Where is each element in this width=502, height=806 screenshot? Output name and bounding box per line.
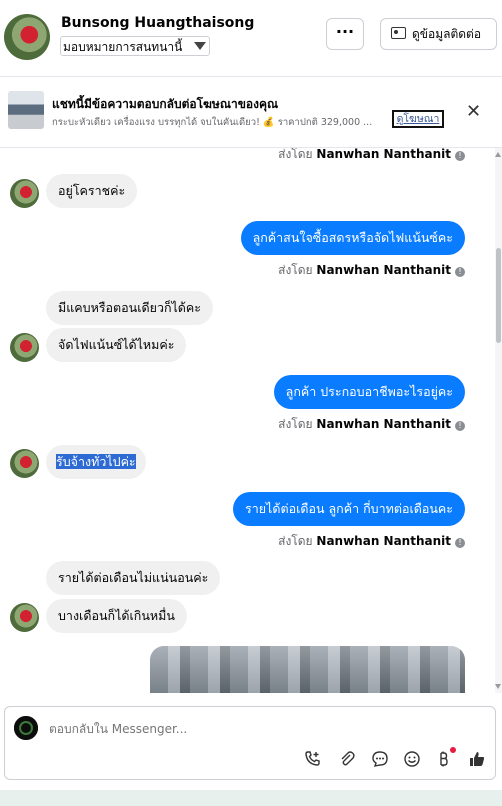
incoming-message[interactable]: มีแคบหรือตอนเดียวก็ได้คะ xyxy=(46,291,214,325)
scroll-up-icon[interactable] xyxy=(495,152,501,157)
sent-by-prefix: ส่งโดย xyxy=(278,263,313,277)
more-options-button[interactable]: ··· xyxy=(326,18,364,50)
call-add-icon[interactable] xyxy=(303,750,323,770)
selected-message-text: รับจ้างทั่วไปค่ะ xyxy=(56,454,136,469)
conversation-header: Bunsong Huangthaisong มอบหมายการสนทนานี้… xyxy=(0,0,502,77)
ad-thumbnail xyxy=(8,91,44,129)
emoji-icon[interactable] xyxy=(402,750,422,770)
info-icon[interactable]: ! xyxy=(455,538,465,548)
view-contact-info-button[interactable]: ดูข้อมูลติดต่อ xyxy=(380,18,497,50)
sent-by-label: ส่งโดย Nanwhan Nanthanit! xyxy=(278,415,465,434)
assign-conversation-dropdown[interactable]: มอบหมายการสนทนานี้ xyxy=(60,36,210,56)
info-icon[interactable]: ! xyxy=(455,421,465,431)
sent-by-label: ส่งโดย Nanwhan Nanthanit! xyxy=(278,261,465,280)
message-list: ส่งโดย Nanwhan Nanthanit! อยู่โคราชค่ะ ล… xyxy=(0,148,495,693)
sent-by-prefix: ส่งโดย xyxy=(278,417,313,431)
outgoing-message[interactable]: ลูกค้า ประกอบอาชีพอะไรอยู่คะ xyxy=(273,375,465,409)
thumbs-up-icon[interactable] xyxy=(467,750,487,770)
info-icon[interactable]: ! xyxy=(455,267,465,277)
view-ad-link[interactable]: ดูโฆษณา xyxy=(392,110,444,128)
conversation-panel: Bunsong Huangthaisong มอบหมายการสนทนานี้… xyxy=(0,0,502,790)
sent-by-name: Nanwhan Nanthanit xyxy=(316,534,451,548)
sent-by-name: Nanwhan Nanthanit xyxy=(316,417,451,431)
contact-avatar-small xyxy=(10,449,39,478)
sent-by-name: Nanwhan Nanthanit xyxy=(316,263,451,277)
page-avatar xyxy=(14,716,38,740)
reply-input[interactable] xyxy=(49,719,449,739)
image-attachment[interactable] xyxy=(150,646,465,693)
sent-by-label: ส่งโดย Nanwhan Nanthanit! xyxy=(278,532,465,551)
caret-down-icon xyxy=(194,42,206,50)
sent-by-prefix: ส่งโดย xyxy=(278,148,313,161)
incoming-message[interactable]: บางเดือนก็ได้เกินหมื่น xyxy=(46,599,187,633)
contact-avatar-small xyxy=(10,179,39,208)
payment-icon[interactable] xyxy=(433,750,453,770)
sent-by-name: Nanwhan Nanthanit xyxy=(316,148,451,161)
incoming-message[interactable]: รับจ้างทั่วไปค่ะ xyxy=(46,445,146,479)
reply-composer xyxy=(4,706,496,780)
contact-avatar-small xyxy=(10,333,39,362)
notification-dot xyxy=(450,747,456,753)
outgoing-message[interactable]: ลูกค้าสนใจซื้อสดรหรือจัดไฟแน้นซ์คะ xyxy=(240,221,465,255)
incoming-message[interactable]: จัดไฟแน้นซ์ได้ไหมค่ะ xyxy=(46,328,187,362)
contact-avatar[interactable] xyxy=(4,14,50,60)
ad-banner-title: แชทนี้มีข้อความตอบกลับต่อโฆษณาของคุณ xyxy=(52,97,279,111)
incoming-message[interactable]: อยู่โคราชค่ะ xyxy=(46,174,138,208)
outgoing-message[interactable]: รายได้ต่อเดือน ลูกค้า กี่บาทต่อเดือนคะ xyxy=(233,492,465,526)
ad-banner-description: กระบะหัวเดียว เครื่องแรง บรรทุกได้ จบในค… xyxy=(52,117,373,128)
view-contact-info-label: ดูข้อมูลติดต่อ xyxy=(412,27,482,41)
contact-name[interactable]: Bunsong Huangthaisong xyxy=(61,15,254,31)
scroll-thumb[interactable] xyxy=(496,248,501,343)
incoming-message[interactable]: รายได้ต่อเดือนไม่แน่นอนค่ะ xyxy=(46,561,221,595)
info-icon[interactable]: ! xyxy=(455,151,465,161)
saved-reply-icon[interactable] xyxy=(370,750,390,770)
contact-card-icon xyxy=(391,27,406,39)
contact-avatar-small xyxy=(10,603,39,632)
scroll-down-icon[interactable] xyxy=(495,684,501,689)
page-footer-strip xyxy=(0,790,502,806)
assign-conversation-label: มอบหมายการสนทนานี้ xyxy=(63,40,183,54)
sent-by-label: ส่งโดย Nanwhan Nanthanit! xyxy=(278,148,465,164)
attachment-icon[interactable] xyxy=(337,750,357,770)
message-scrollbar[interactable] xyxy=(495,148,502,693)
close-icon[interactable]: ✕ xyxy=(466,101,481,122)
ad-reply-banner: แชทนี้มีข้อความตอบกลับต่อโฆษณาของคุณ กระ… xyxy=(0,77,502,148)
sent-by-prefix: ส่งโดย xyxy=(278,534,313,548)
